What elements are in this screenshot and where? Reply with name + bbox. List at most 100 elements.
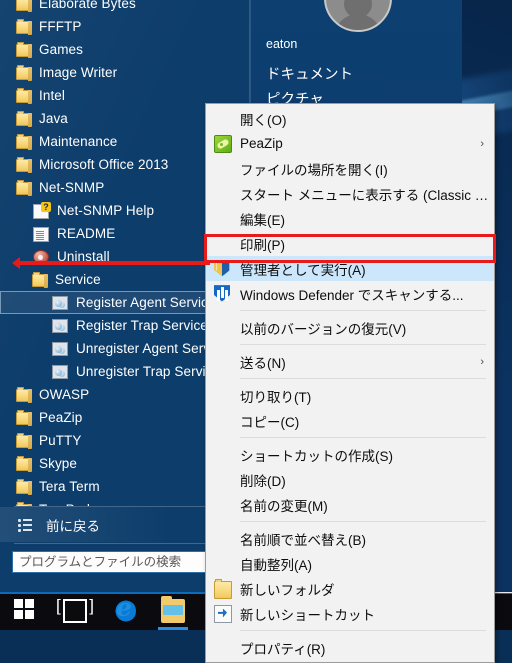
new-shortcut-icon [214, 604, 232, 623]
context-menu-item[interactable]: 印刷(P) [206, 231, 494, 256]
program-list-item-label: Register Agent Service [76, 295, 216, 310]
no-icon [214, 319, 232, 337]
context-menu-item[interactable]: 送る(N) › [206, 349, 494, 374]
peazip-icon [214, 134, 232, 153]
program-list-item-label: Service [55, 272, 101, 287]
program-list-item-label: Net-SNMP Help [57, 203, 155, 218]
folder-icon [16, 157, 32, 173]
context-menu-item[interactable]: 管理者として実行(A) [206, 256, 494, 281]
script-icon [52, 319, 68, 333]
annotation-red-underline [18, 261, 210, 265]
context-menu-item-label: 自動整列(A) [240, 557, 312, 573]
no-icon [214, 496, 232, 514]
context-menu-item[interactable]: 以前のバージョンの復元(V) [206, 315, 494, 340]
back-separator-bottom [14, 543, 236, 544]
back-button-label: 前に戻る [46, 518, 100, 534]
context-menu-item[interactable]: Windows Defender でスキャンする... [206, 281, 494, 306]
no-icon [214, 235, 232, 253]
folder-icon [16, 19, 32, 35]
context-menu-item[interactable]: 名前の変更(M) [206, 492, 494, 517]
context-menu-item-label: 削除(D) [240, 473, 286, 489]
submenu-arrow-icon: › [480, 355, 484, 368]
program-list-item-label: Intel [39, 88, 66, 103]
no-icon [214, 446, 232, 464]
no-icon [214, 210, 232, 228]
uac-shield-icon [214, 260, 232, 278]
context-menu-item-label: 送る(N) [240, 355, 286, 371]
context-menu-item[interactable]: ショートカットの作成(S) [206, 442, 494, 467]
no-icon [214, 110, 232, 128]
program-list-item-label: Games [39, 42, 84, 57]
context-menu-item-label: 名前順で並べ替え(B) [240, 532, 366, 548]
context-menu-item[interactable]: スタート メニューに表示する (Classic Shell) [206, 181, 494, 206]
context-menu-item[interactable]: コピー(C) [206, 408, 494, 433]
no-icon [214, 639, 232, 657]
context-menu-item-label: 新しいショートカット [240, 607, 375, 623]
program-list-item[interactable]: Games [0, 38, 242, 61]
program-list-item-label: OWASP [39, 387, 90, 402]
task-view-button[interactable] [51, 592, 99, 630]
help-document-icon [33, 201, 51, 219]
program-list-item-label: PuTTY [39, 433, 82, 448]
program-list-item-label: Microsoft Office 2013 [39, 157, 169, 172]
no-icon [214, 387, 232, 405]
program-list-item-label: Unregister Trap Service [76, 364, 221, 379]
no-icon [214, 412, 232, 430]
menu-separator [240, 344, 486, 345]
context-menu-item[interactable]: プロパティ(R) [206, 635, 494, 660]
no-icon [214, 471, 232, 489]
program-list-item-label: TeraPad [39, 498, 90, 506]
program-list-item-label: Net-SNMP [39, 180, 105, 195]
context-menu-item[interactable]: 新しいフォルダ [206, 576, 494, 601]
context-menu-item-label: 開く(O) [240, 112, 287, 128]
program-list-item-label: Register Trap Service [76, 318, 208, 333]
context-menu-item-label: ファイルの場所を開く(I) [240, 162, 388, 178]
user-link-documents[interactable]: ドキュメント [266, 63, 353, 84]
edge-button[interactable] [100, 592, 148, 630]
context-menu-item[interactable]: 切り取り(T) [206, 383, 494, 408]
edge-icon [112, 593, 136, 623]
context-menu-item-label: 印刷(P) [240, 237, 285, 253]
no-icon [214, 160, 232, 178]
program-list-item[interactable]: FFFTP [0, 15, 242, 38]
menu-separator [240, 630, 486, 631]
program-list-item[interactable]: Image Writer [0, 61, 242, 84]
context-menu-item[interactable]: 編集(E) [206, 206, 494, 231]
folder-icon [16, 479, 32, 495]
no-icon [214, 185, 232, 203]
context-menu-item-label: 切り取り(T) [240, 389, 312, 405]
menu-separator [240, 437, 486, 438]
context-menu-item[interactable]: 開く(O) [206, 106, 494, 131]
folder-icon [16, 65, 32, 81]
file-explorer-button[interactable] [149, 592, 197, 630]
submenu-arrow-icon: › [480, 137, 484, 150]
no-icon [214, 555, 232, 573]
program-list-item-label: Maintenance [39, 134, 118, 149]
context-menu-item[interactable]: 新しいショートカット [206, 601, 494, 626]
context-menu[interactable]: 開く(O) PeaZip › ファイルの場所を開く(I) スタート メニューに表示する … [205, 103, 495, 663]
context-menu-item[interactable]: 削除(D) [206, 467, 494, 492]
start-button[interactable] [2, 592, 50, 630]
program-list-item-label: Java [39, 111, 68, 126]
avatar[interactable] [324, 0, 392, 32]
folder-icon [16, 42, 32, 58]
search-box[interactable] [12, 551, 237, 573]
folder-icon [16, 456, 32, 472]
menu-separator [240, 310, 486, 311]
context-menu-item-label: コピー(C) [240, 414, 300, 430]
context-menu-item[interactable]: PeaZip › [206, 131, 494, 156]
menu-separator [240, 378, 486, 379]
no-icon [214, 530, 232, 548]
context-menu-item-label: 名前の変更(M) [240, 498, 328, 514]
program-list-item[interactable]: Elaborate Bytes [0, 0, 242, 15]
search-input[interactable] [13, 552, 236, 572]
folder-icon [16, 433, 32, 449]
script-icon [52, 296, 68, 310]
file-explorer-icon [161, 596, 185, 623]
context-menu-item-label: 管理者として実行(A) [240, 262, 366, 278]
context-menu-item-label: 以前のバージョンの復元(V) [240, 321, 407, 337]
context-menu-item[interactable]: 自動整列(A) [206, 551, 494, 576]
context-menu-item[interactable]: ファイルの場所を開く(I) [206, 156, 494, 181]
user-name-label: eaton [266, 37, 298, 51]
context-menu-item[interactable]: 名前順で並べ替え(B) [206, 526, 494, 551]
